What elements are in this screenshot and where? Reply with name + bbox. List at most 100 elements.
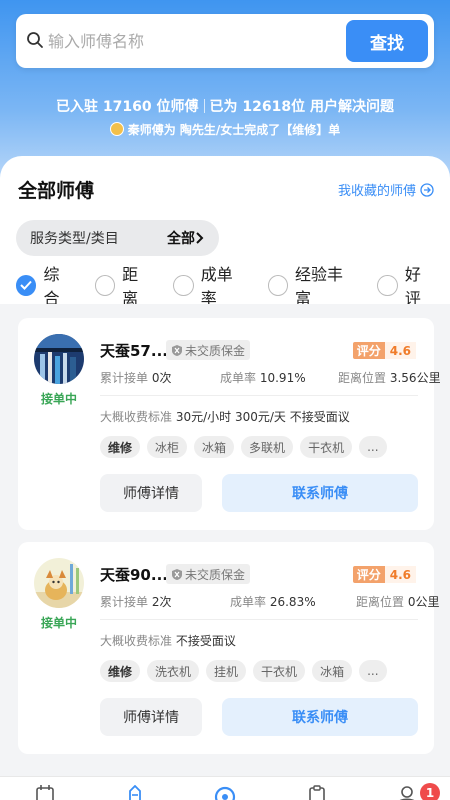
- favorites-link[interactable]: 我收藏的师傅: [338, 180, 434, 199]
- contact-master-button[interactable]: 联系师傅: [222, 474, 418, 512]
- service-tag: 冰箱: [312, 660, 353, 682]
- sort-option-order-rate[interactable]: 成单率: [173, 261, 247, 309]
- rating-badge: 评分 4.6: [352, 566, 416, 583]
- radio-icon: [377, 274, 398, 296]
- search-button[interactable]: 查找: [346, 20, 428, 62]
- sort-option-label: 距离: [122, 265, 139, 308]
- service-tag: 冰柜: [147, 436, 188, 458]
- fee-value: 不接受面议: [175, 634, 236, 648]
- service-tag: 干衣机: [253, 660, 306, 682]
- orders-label: 累计接单: [100, 595, 149, 609]
- search-bar[interactable]: 查找: [16, 14, 434, 68]
- order-ticker: 秦师傅为 陶先生/女士完成了【维修】单: [0, 121, 450, 138]
- distance-label: 距离位置: [338, 371, 387, 385]
- rate-value: 26.83%: [269, 595, 316, 609]
- orders-metric: 累计接单 2次: [100, 593, 171, 610]
- rating-label: 评分: [352, 342, 385, 359]
- stats-divider: [203, 99, 205, 113]
- radio-icon: [173, 274, 194, 296]
- distance-value: 0公里: [407, 595, 440, 609]
- sort-option-label: 成单率: [200, 265, 233, 308]
- sort-option-label: 经验丰富: [295, 265, 344, 308]
- master-card[interactable]: 接单中 天蚕90... 未交质保金 评分 4.6 累计接单 2次 成单率 26.…: [18, 542, 439, 754]
- sort-option-label: 好评: [404, 265, 421, 308]
- master-name: 天蚕90...: [100, 566, 168, 584]
- avatar: [34, 558, 84, 608]
- deposit-badge: 未交质保金: [166, 340, 251, 360]
- sort-option-label: 综合: [43, 265, 60, 308]
- orders-label: 累计接单: [100, 371, 149, 385]
- rating-label: 评分: [352, 566, 385, 583]
- orders-value: 2次: [151, 595, 172, 609]
- favorites-link-label: 我收藏的师傅: [337, 184, 416, 199]
- master-detail-button[interactable]: 师傅详情: [100, 474, 202, 512]
- shield-icon: [172, 344, 182, 356]
- search-icon: [27, 32, 43, 48]
- category-filter-label: 服务类型/类目: [30, 231, 119, 247]
- ticker-avatar: [109, 122, 124, 136]
- rate-label: 成单率: [220, 371, 257, 385]
- fee-standard: 大概收费标准 30元/小时 300元/天 不接受面议: [100, 408, 350, 425]
- service-tags: 维修 冰柜 冰箱 多联机 干衣机 ...: [100, 436, 394, 458]
- shield-icon: [172, 568, 182, 580]
- distance-value: 3.56公里: [389, 371, 441, 385]
- radio-checked-icon: [16, 274, 37, 296]
- more-tags[interactable]: ...: [359, 436, 387, 458]
- category-filter-value: 全部: [167, 231, 195, 247]
- contact-master-button[interactable]: 联系师傅: [222, 698, 418, 736]
- service-tag: 洗衣机: [147, 660, 200, 682]
- service-tag: 干衣机: [300, 436, 353, 458]
- rating-badge: 评分 4.6: [352, 342, 416, 359]
- fee-label: 大概收费标准: [100, 634, 173, 648]
- rate-metric: 成单率 10.91%: [220, 369, 306, 386]
- fee-standard: 大概收费标准 不接受面议: [100, 632, 236, 649]
- fee-label: 大概收费标准: [100, 410, 173, 424]
- sort-option-reviews[interactable]: 好评: [377, 261, 436, 309]
- search-input[interactable]: [48, 26, 348, 56]
- sort-option-distance[interactable]: 距离: [94, 261, 154, 309]
- divider: [100, 395, 418, 396]
- status-badge: 接单中: [40, 392, 77, 406]
- service-tag: 维修: [100, 660, 141, 682]
- service-tags: 维修 洗衣机 挂机 干衣机 冰箱 ...: [100, 660, 394, 682]
- distance-metric: 距离位置 3.56公里: [338, 369, 441, 386]
- deposit-label: 未交质保金: [185, 567, 246, 582]
- notification-badge: 1: [420, 783, 440, 800]
- sort-option-comprehensive[interactable]: 综合: [16, 261, 75, 309]
- rating-score: 4.6: [384, 566, 416, 583]
- master-detail-button[interactable]: 师傅详情: [100, 698, 202, 736]
- more-tags[interactable]: ...: [359, 660, 387, 682]
- sort-options: 综合 距离 成单率 经验丰富 好评: [16, 265, 436, 308]
- service-tag: 冰箱: [194, 436, 235, 458]
- category-filter[interactable]: 服务类型/类目 全部: [16, 220, 219, 256]
- sort-option-experience[interactable]: 经验丰富: [267, 261, 358, 309]
- rate-metric: 成单率 26.83%: [230, 593, 316, 610]
- avatar: [34, 334, 84, 384]
- service-tag: 挂机: [206, 660, 247, 682]
- service-tag: 多联机: [241, 436, 294, 458]
- clipboard-icon[interactable]: [306, 785, 328, 800]
- deposit-badge: 未交质保金: [166, 564, 251, 584]
- status-badge: 接单中: [40, 616, 77, 630]
- rating-score: 4.6: [384, 342, 416, 359]
- divider: [100, 619, 418, 620]
- compass-icon[interactable]: [214, 785, 236, 800]
- orders-metric: 累计接单 0次: [100, 369, 171, 386]
- master-card[interactable]: 接单中 天蚕57... 未交质保金 评分 4.6 累计接单 0次 成单率 10.…: [18, 318, 441, 530]
- distance-label: 距离位置: [356, 595, 405, 609]
- bottom-tab-bar: 1: [0, 776, 450, 800]
- calendar-icon[interactable]: [34, 785, 56, 800]
- arrow-right-circle-icon: [420, 182, 434, 197]
- radio-icon: [267, 274, 289, 296]
- platform-stats: 已入驻 17160 位师傅 已为 12618位 用户解决问题: [0, 96, 450, 116]
- worker-icon[interactable]: [124, 785, 146, 800]
- service-tag: 维修: [100, 436, 141, 458]
- chevron-right-icon: [196, 232, 204, 244]
- rate-value: 10.91%: [259, 371, 306, 385]
- rate-label: 成单率: [230, 595, 267, 609]
- ticker-text: 秦师傅为 陶先生/女士完成了【维修】单: [127, 123, 341, 137]
- fee-value: 30元/小时 300元/天 不接受面议: [175, 410, 350, 424]
- user-icon[interactable]: [396, 785, 418, 800]
- section-title: 全部师傅: [18, 180, 95, 202]
- stats-users: 已为 12618位 用户解决问题: [209, 99, 394, 115]
